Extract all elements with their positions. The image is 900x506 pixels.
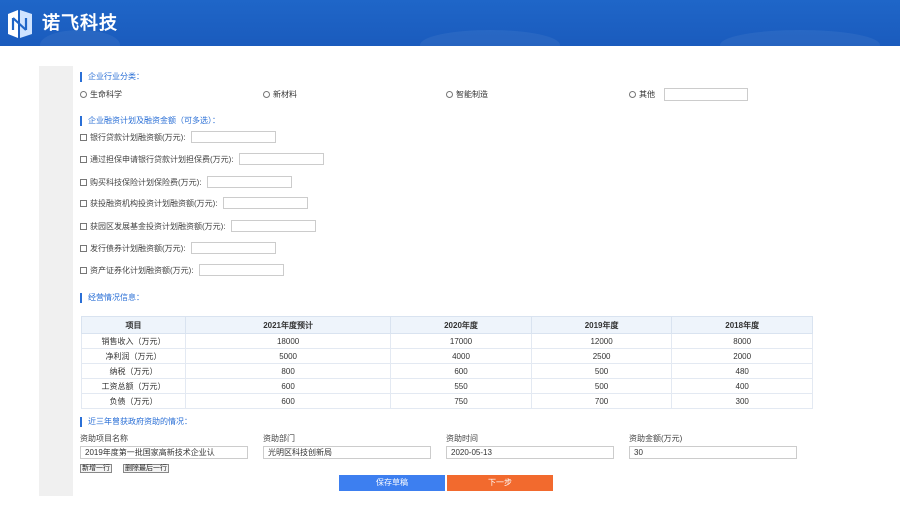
financing-item: 发行债券计划融资额(万元): — [80, 242, 276, 254]
funding-section-title: 近三年曾获政府资助的情况： — [80, 417, 192, 427]
industry-other-input[interactable] — [664, 88, 748, 101]
column-header: 2019年度 — [530, 316, 673, 334]
radio-icon — [263, 91, 270, 98]
checkbox[interactable] — [80, 266, 87, 274]
table-cell[interactable]: 400 — [671, 378, 813, 394]
funding-amount-input[interactable]: 30 — [629, 446, 797, 459]
table-cell[interactable]: 2500 — [530, 348, 673, 364]
funding-column-label: 资助部门 — [263, 434, 295, 443]
brand-logo-icon — [8, 10, 32, 38]
table-cell[interactable]: 480 — [671, 363, 813, 379]
table-row: 负债（万元） 600 750 700 300 — [81, 393, 813, 409]
next-step-button[interactable]: 下一步 — [447, 475, 553, 491]
checkbox[interactable] — [80, 133, 87, 141]
radio-other[interactable]: 其他 — [629, 89, 655, 100]
table-cell[interactable]: 800 — [184, 363, 392, 379]
radio-life-science[interactable]: 生命科学 — [80, 89, 122, 100]
table-cell[interactable]: 300 — [671, 393, 813, 409]
funding-column-label: 资助项目名称 — [80, 434, 128, 443]
table-cell[interactable]: 4000 — [390, 348, 532, 364]
funding-department-input[interactable]: 光明区科技创新局 — [263, 446, 431, 459]
table-cell[interactable]: 550 — [390, 378, 532, 394]
funding-column-label: 资助时间 — [446, 434, 478, 443]
operations-section-title: 经营情况信息： — [80, 293, 144, 303]
table-header-row: 项目 2021年度预计 2020年度 2019年度 2018年度 — [81, 316, 813, 334]
checkbox[interactable] — [80, 155, 87, 163]
radio-icon — [446, 91, 453, 98]
financing-item: 购买科技保险计划保险费(万元): — [80, 176, 292, 188]
table-cell[interactable]: 700 — [530, 393, 673, 409]
table-cell[interactable]: 600 — [184, 378, 392, 394]
financing-amount-input[interactable] — [190, 131, 276, 143]
checkbox[interactable] — [80, 244, 87, 252]
funding-project-name-input[interactable]: 2019年度第一批国家高新技术企业认 — [80, 446, 248, 459]
add-row-button[interactable]: 新增一行 — [80, 464, 112, 473]
radio-icon — [80, 91, 87, 98]
table-cell[interactable]: 18000 — [184, 333, 392, 349]
industry-section-title: 企业行业分类： — [80, 72, 144, 82]
column-header: 2020年度 — [390, 316, 532, 334]
row-label: 纳税（万元） — [81, 363, 186, 379]
financing-amount-input[interactable] — [190, 242, 276, 254]
column-header: 2021年度预计 — [184, 316, 392, 334]
financing-amount-input[interactable] — [206, 176, 292, 188]
table-row: 销售收入（万元） 18000 17000 12000 8000 — [81, 333, 813, 349]
table-cell[interactable]: 17000 — [390, 333, 532, 349]
row-label: 销售收入（万元） — [81, 333, 186, 349]
radio-smart-manufacturing[interactable]: 智能制造 — [446, 89, 488, 100]
financing-item: 通过担保申请银行贷款计划担保费(万元): — [80, 153, 324, 165]
financing-amount-input[interactable] — [230, 220, 316, 232]
brand-name: 诺飞科技 — [42, 13, 118, 34]
table-cell[interactable]: 600 — [184, 393, 392, 409]
table-row: 净利润（万元） 5000 4000 2500 2000 — [81, 348, 813, 364]
table-row: 工资总额（万元） 600 550 500 400 — [81, 378, 813, 394]
column-header: 项目 — [81, 316, 186, 334]
delete-last-row-button[interactable]: 删除最后一行 — [123, 464, 169, 473]
table-cell[interactable]: 500 — [530, 363, 673, 379]
radio-new-materials[interactable]: 新材料 — [263, 89, 297, 100]
table-cell[interactable]: 750 — [390, 393, 532, 409]
table-cell[interactable]: 5000 — [184, 348, 392, 364]
radio-icon — [629, 91, 636, 98]
financing-amount-input[interactable] — [198, 264, 284, 276]
checkbox[interactable] — [80, 222, 87, 230]
operations-table: 项目 2021年度预计 2020年度 2019年度 2018年度 销售收入（万元… — [81, 316, 813, 409]
financing-amount-input[interactable] — [222, 197, 308, 209]
funding-date-input[interactable]: 2020-05-13 — [446, 446, 614, 459]
checkbox[interactable] — [80, 199, 87, 207]
financing-item: 获园区发展基金投资计划融资额(万元): — [80, 220, 316, 232]
table-cell[interactable]: 600 — [390, 363, 532, 379]
financing-item: 获投融资机构投资计划融资额(万元): — [80, 197, 308, 209]
row-label: 工资总额（万元） — [81, 378, 186, 394]
decor-cloud — [420, 30, 560, 46]
table-cell[interactable]: 500 — [530, 378, 673, 394]
table-cell[interactable]: 8000 — [671, 333, 813, 349]
save-draft-button[interactable]: 保存草稿 — [339, 475, 445, 491]
top-header: 诺飞科技 — [0, 0, 900, 46]
checkbox[interactable] — [80, 178, 87, 186]
funding-column-label: 资助金额(万元) — [629, 434, 683, 443]
financing-item: 银行贷款计划融资额(万元): — [80, 131, 276, 143]
table-row: 纳税（万元） 800 600 500 480 — [81, 363, 813, 379]
column-header: 2018年度 — [671, 316, 813, 334]
financing-amount-input[interactable] — [238, 153, 324, 165]
financing-section-title: 企业融资计划及融资金额（可多选）： — [80, 116, 220, 126]
table-cell[interactable]: 2000 — [671, 348, 813, 364]
decor-cloud — [720, 30, 880, 46]
table-cell[interactable]: 12000 — [530, 333, 673, 349]
financing-item: 资产证券化计划融资额(万元): — [80, 264, 284, 276]
row-label: 净利润（万元） — [81, 348, 186, 364]
row-label: 负债（万元） — [81, 393, 186, 409]
